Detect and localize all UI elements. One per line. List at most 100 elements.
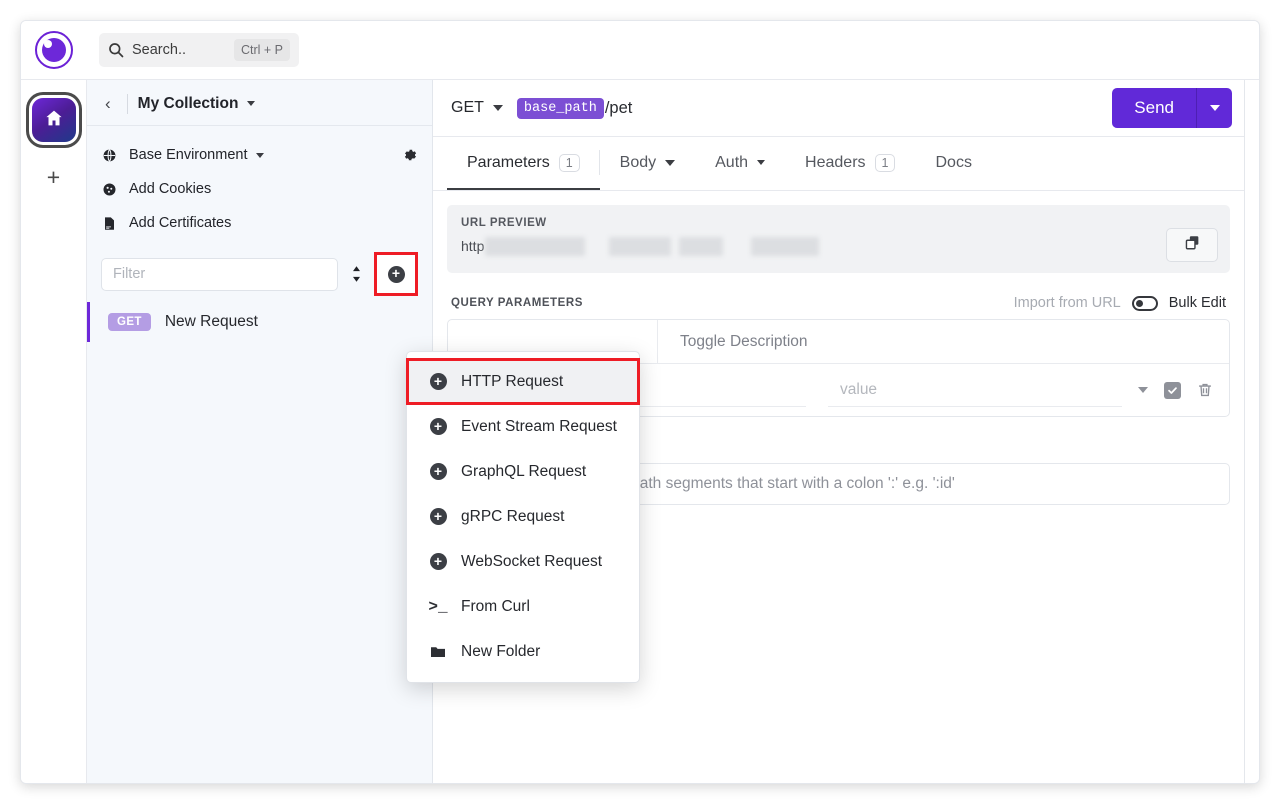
collection-sidebar: ‹ My Collection Base Environment Add Coo…: [87, 80, 433, 783]
toggle-switch-icon[interactable]: [1131, 295, 1158, 311]
redacted-segment: [751, 237, 819, 256]
home-icon: [44, 108, 64, 133]
back-chevron-icon[interactable]: ‹: [99, 93, 117, 114]
menu-item-label: gRPC Request: [461, 507, 565, 525]
menu-item-websocket-request[interactable]: + WebSocket Request: [407, 539, 639, 584]
menu-item-new-folder[interactable]: New Folder: [407, 629, 639, 674]
menu-item-label: WebSocket Request: [461, 552, 603, 570]
circle-plus-icon: +: [429, 373, 447, 390]
url-input[interactable]: base_path /pet: [516, 97, 1112, 119]
method-dropdown[interactable]: GET: [451, 99, 517, 117]
sidebar-item-label: Add Cookies: [129, 181, 212, 197]
request-list: GET New Request: [87, 298, 432, 783]
request-name-label: New Request: [164, 313, 258, 330]
import-from-url-label[interactable]: Import from URL: [1014, 295, 1121, 311]
circle-plus-icon: +: [429, 418, 447, 435]
collection-header: ‹ My Collection: [87, 82, 432, 126]
collection-title-dropdown[interactable]: My Collection: [138, 95, 256, 113]
tab-docs[interactable]: Docs: [915, 137, 991, 190]
tab-badge-count: 1: [874, 153, 896, 172]
sidebar-item-base-environment[interactable]: Base Environment: [101, 138, 418, 172]
add-organization-button[interactable]: +: [39, 162, 69, 192]
param-value-placeholder: value: [840, 380, 878, 398]
sort-updown-icon[interactable]: [346, 260, 366, 288]
tab-parameters[interactable]: Parameters 1: [447, 137, 600, 190]
query-parameters-title: QUERY PARAMETERS: [451, 297, 583, 309]
menu-item-grpc-request[interactable]: + gRPC Request: [407, 494, 639, 539]
send-button-group[interactable]: Send: [1112, 88, 1232, 128]
method-label: GET: [451, 99, 484, 116]
chevron-down-icon: [665, 159, 676, 166]
search-shortcut-badge: Ctrl + P: [233, 39, 290, 61]
tab-label: Body: [619, 153, 657, 171]
menu-item-label: New Folder: [461, 642, 541, 660]
collection-title-label: My Collection: [137, 94, 239, 112]
cookie-icon: [101, 182, 118, 197]
url-preview-label: URL PREVIEW: [461, 217, 547, 229]
circle-plus-icon: +: [429, 463, 447, 480]
circle-plus-icon: +: [429, 508, 447, 525]
menu-item-label: HTTP Request: [461, 372, 564, 390]
tab-label: Headers: [805, 153, 866, 171]
menu-item-label: Event Stream Request: [461, 417, 617, 435]
search-placeholder: Search..: [132, 42, 186, 58]
query-parameters-header: QUERY PARAMETERS Import from URL Bulk Ed…: [447, 295, 1230, 311]
bulk-edit-label[interactable]: Bulk Edit: [1169, 295, 1226, 311]
redacted-segment: [485, 237, 585, 256]
search-input[interactable]: Search.. Ctrl + P: [99, 33, 299, 67]
create-new-request-button[interactable]: +: [374, 252, 418, 296]
row-actions: [1138, 381, 1217, 399]
filter-input[interactable]: [101, 257, 338, 291]
globe-icon: [101, 148, 118, 163]
chevron-down-icon: [757, 160, 766, 165]
chevron-down-icon: [247, 101, 256, 106]
request-method-badge: GET: [108, 313, 151, 331]
tab-badge-count: 1: [558, 153, 580, 172]
home-button[interactable]: [31, 98, 76, 142]
url-preview-value: http: [461, 237, 1216, 258]
tab-auth[interactable]: Auth: [695, 137, 785, 190]
menu-item-from-curl[interactable]: >_ From Curl: [407, 584, 639, 629]
circle-plus-icon: +: [387, 265, 405, 283]
tab-label: Auth: [715, 153, 749, 171]
chevron-down-icon[interactable]: [1138, 387, 1148, 393]
checkbox-checked-icon[interactable]: [1164, 381, 1181, 399]
gear-icon[interactable]: [403, 148, 418, 163]
redacted-segment: [609, 237, 671, 256]
template-tag-base-path[interactable]: base_path: [516, 97, 604, 119]
send-options-button[interactable]: [1196, 88, 1232, 128]
request-tabs: Parameters 1 Body Auth Headers 1 Docs: [433, 137, 1244, 191]
chevron-down-icon: [256, 152, 265, 158]
tab-headers[interactable]: Headers 1: [785, 137, 915, 190]
menu-item-label: GraphQL Request: [461, 462, 587, 480]
search-icon: [108, 42, 124, 58]
environment-list: Base Environment Add Cookies Add Certifi…: [87, 126, 432, 250]
url-rest-text: /pet: [604, 98, 633, 117]
menu-item-label: From Curl: [461, 597, 530, 615]
url-bar: GET base_path /pet Send: [433, 80, 1244, 137]
send-button[interactable]: Send: [1112, 88, 1196, 128]
menu-item-event-stream-request[interactable]: + Event Stream Request: [407, 404, 639, 449]
list-item[interactable]: GET New Request: [87, 302, 432, 342]
screenshot-root: Search.. Ctrl + P + ‹ My Collection Base…: [0, 0, 1280, 802]
sidebar-item-label: Add Certificates: [129, 215, 232, 231]
sidebar-item-label: Base Environment: [129, 147, 248, 163]
tab-label: Docs: [935, 153, 972, 171]
url-preview-panel: URL PREVIEW http: [447, 205, 1230, 273]
menu-item-http-request[interactable]: + HTTP Request: [406, 358, 640, 405]
menu-item-graphql-request[interactable]: + GraphQL Request: [407, 449, 639, 494]
insomnia-logo-icon: [35, 31, 73, 69]
param-value-input[interactable]: value: [828, 373, 1122, 407]
certificate-icon: [101, 216, 118, 231]
tab-body[interactable]: Body: [600, 137, 695, 190]
tab-label: Parameters: [467, 153, 550, 171]
folder-icon: [429, 645, 447, 659]
sidebar-item-add-certificates[interactable]: Add Certificates: [101, 206, 418, 240]
copy-icon: [1184, 234, 1201, 256]
sidebar-item-add-cookies[interactable]: Add Cookies: [101, 172, 418, 206]
toggle-description-button[interactable]: Toggle Description: [658, 333, 808, 351]
trash-icon[interactable]: [1197, 382, 1213, 398]
chevron-down-icon: [1209, 105, 1220, 111]
organization-rail: +: [21, 80, 87, 783]
copy-url-button[interactable]: [1166, 228, 1218, 262]
